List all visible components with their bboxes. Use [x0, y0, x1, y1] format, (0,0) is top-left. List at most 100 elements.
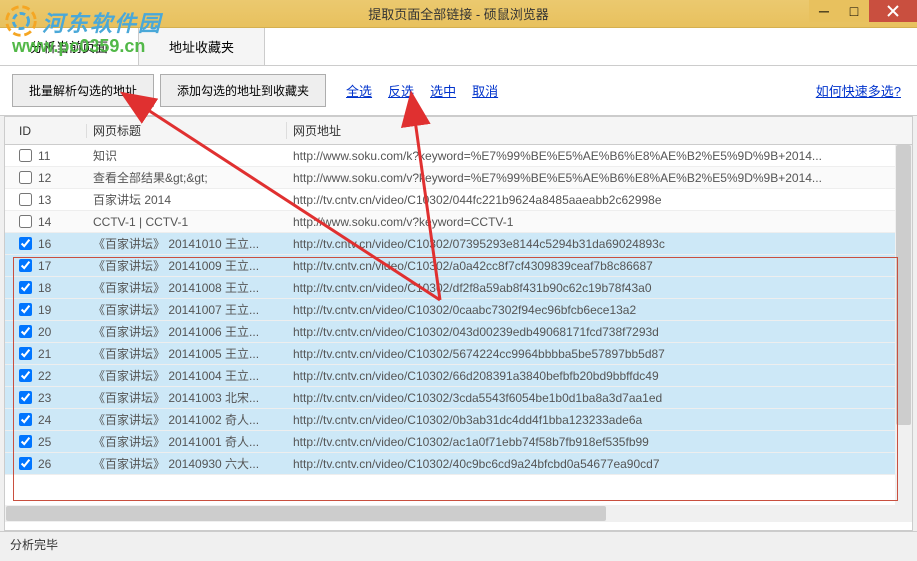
row-id: 20	[38, 325, 51, 339]
cell-url: http://www.soku.com/v?keyword=%E7%99%BE%…	[287, 171, 912, 185]
table-row[interactable]: 13百家讲坛 2014http://tv.cntv.cn/video/C1030…	[5, 189, 912, 211]
cell-url: http://tv.cntv.cn/video/C10302/ac1a0f71e…	[287, 435, 912, 449]
cell-title: 《百家讲坛》 20141002 奇人...	[87, 411, 287, 428]
row-checkbox[interactable]	[19, 171, 32, 184]
table-row[interactable]: 20 《百家讲坛》 20141006 王立...http://tv.cntv.cn…	[5, 321, 912, 343]
cell-url: http://tv.cntv.cn/video/C10302/07395293e…	[287, 237, 912, 251]
cell-id: 20	[5, 325, 87, 339]
row-id: 14	[38, 215, 51, 229]
cell-title: 知识	[87, 147, 287, 164]
row-id: 18	[38, 281, 51, 295]
close-icon	[887, 5, 899, 17]
cell-id: 24	[5, 413, 87, 427]
cell-url: http://tv.cntv.cn/video/C10302/40c9bc6cd…	[287, 457, 912, 471]
row-checkbox[interactable]	[19, 325, 32, 338]
cell-title: 《百家讲坛》 20141003 北宋...	[87, 389, 287, 406]
cell-id: 25	[5, 435, 87, 449]
cell-title: 《百家讲坛》 20141005 王立...	[87, 345, 287, 362]
row-checkbox[interactable]	[19, 391, 32, 404]
row-checkbox[interactable]	[19, 237, 32, 250]
table-row[interactable]: 23《百家讲坛》 20141003 北宋...http://tv.cntv.cn…	[5, 387, 912, 409]
cell-id: 13	[5, 193, 87, 207]
row-checkbox[interactable]	[19, 193, 32, 206]
table-row[interactable]: 19《百家讲坛》 20141007 王立...http://tv.cntv.cn…	[5, 299, 912, 321]
table-row[interactable]: 17《百家讲坛》 20141009 王立...http://tv.cntv.cn…	[5, 255, 912, 277]
vertical-scrollbar-thumb[interactable]	[896, 145, 911, 425]
cell-url: http://tv.cntv.cn/video/C10302/5674224cc…	[287, 347, 912, 361]
grid-body: 11知识http://www.soku.com/k?keyword=%E7%99…	[5, 145, 912, 505]
row-id: 24	[38, 413, 51, 427]
select-link[interactable]: 选中	[430, 81, 456, 100]
table-row[interactable]: 12 查看全部结果&gt;&gt;http://www.soku.com/v?ke…	[5, 167, 912, 189]
cell-id: 26	[5, 457, 87, 471]
table-row[interactable]: 14CCTV-1 | CCTV-1http://www.soku.com/v?k…	[5, 211, 912, 233]
select-all-link[interactable]: 全选	[346, 81, 372, 100]
cell-title: 《百家讲坛》 20141006 王立...	[87, 323, 287, 340]
invert-link[interactable]: 反选	[388, 81, 414, 100]
close-button[interactable]	[869, 0, 917, 22]
row-checkbox[interactable]	[19, 215, 32, 228]
cell-url: http://tv.cntv.cn/video/C10302/044fc221b…	[287, 193, 912, 207]
horizontal-scrollbar[interactable]	[5, 505, 912, 522]
cell-title: 《百家讲坛》 20141004 王立...	[87, 367, 287, 384]
cell-title: 《百家讲坛》 20141010 王立...	[87, 235, 287, 252]
row-id: 12	[38, 171, 51, 185]
row-checkbox[interactable]	[19, 303, 32, 316]
table-row[interactable]: 24《百家讲坛》 20141002 奇人...http://tv.cntv.cn…	[5, 409, 912, 431]
table-row[interactable]: 11知识http://www.soku.com/k?keyword=%E7%99…	[5, 145, 912, 167]
cell-id: 19	[5, 303, 87, 317]
table-row[interactable]: 21《百家讲坛》 20141005 王立...http://tv.cntv.cn…	[5, 343, 912, 365]
cell-url: http://tv.cntv.cn/video/C10302/0caabc730…	[287, 303, 912, 317]
cell-title: 《百家讲坛》 20141007 王立...	[87, 301, 287, 318]
cell-title: 查看全部结果&gt;&gt;	[87, 169, 287, 186]
header-id[interactable]: ID	[5, 124, 87, 138]
row-id: 16	[38, 237, 51, 251]
cell-url: http://tv.cntv.cn/video/C10302/3cda5543f…	[287, 391, 912, 405]
add-favorite-button[interactable]: 添加勾选的地址到收藏夹	[160, 74, 326, 107]
row-id: 11	[38, 149, 50, 163]
row-checkbox[interactable]	[19, 369, 32, 382]
row-checkbox[interactable]	[19, 259, 32, 272]
row-checkbox[interactable]	[19, 149, 32, 162]
grid-header: ID 网页标题 网页地址	[5, 117, 912, 145]
link-group: 全选 反选 选中 取消	[346, 81, 498, 100]
cell-id: 21	[5, 347, 87, 361]
tab-bar: 分析当前页面 地址收藏夹	[0, 28, 917, 66]
window-title: 提取页面全部链接 - 硕鼠浏览器	[368, 4, 549, 23]
row-id: 26	[38, 457, 51, 471]
table-row[interactable]: 22《百家讲坛》 20141004 王立...http://tv.cntv.cn…	[5, 365, 912, 387]
batch-parse-button[interactable]: 批量解析勾选的地址	[12, 74, 154, 107]
table-row[interactable]: 16 《百家讲坛》 20141010 王立...http://tv.cntv.cn…	[5, 233, 912, 255]
minimize-button[interactable]: ─	[809, 0, 839, 22]
row-checkbox[interactable]	[19, 413, 32, 426]
table-row[interactable]: 26《百家讲坛》 20140930 六大...http://tv.cntv.cn…	[5, 453, 912, 475]
cell-id: 14	[5, 215, 87, 229]
statusbar: 分析完毕	[0, 531, 917, 555]
cell-url: http://tv.cntv.cn/video/C10302/043d00239…	[287, 325, 912, 339]
header-title[interactable]: 网页标题	[87, 122, 287, 139]
cell-title: 《百家讲坛》 20141008 王立...	[87, 279, 287, 296]
cell-id: 22	[5, 369, 87, 383]
vertical-scrollbar[interactable]	[895, 145, 912, 505]
cell-id: 11	[5, 149, 87, 163]
tab-analyze-current[interactable]: 分析当前页面	[0, 28, 139, 65]
header-url[interactable]: 网页地址	[287, 122, 912, 139]
row-id: 17	[38, 259, 51, 273]
maximize-button[interactable]: □	[839, 0, 869, 22]
cell-url: http://tv.cntv.cn/video/C10302/a0a42cc8f…	[287, 259, 912, 273]
tab-favorites[interactable]: 地址收藏夹	[139, 28, 265, 65]
table-row[interactable]: 25《百家讲坛》 20141001 奇人...http://tv.cntv.cn…	[5, 431, 912, 453]
row-checkbox[interactable]	[19, 435, 32, 448]
horizontal-scrollbar-thumb[interactable]	[6, 506, 606, 521]
cancel-link[interactable]: 取消	[472, 81, 498, 100]
table-row[interactable]: 18 《百家讲坛》 20141008 王立...http://tv.cntv.cn…	[5, 277, 912, 299]
help-link[interactable]: 如何快速多选?	[816, 81, 901, 100]
row-checkbox[interactable]	[19, 281, 32, 294]
cell-url: http://tv.cntv.cn/video/C10302/66d208391…	[287, 369, 912, 383]
cell-url: http://tv.cntv.cn/video/C10302/df2f8a59a…	[287, 281, 912, 295]
cell-url: http://www.soku.com/v?keyword=CCTV-1	[287, 215, 912, 229]
toolbar: 批量解析勾选的地址 添加勾选的地址到收藏夹 全选 反选 选中 取消 如何快速多选…	[0, 66, 917, 116]
row-id: 25	[38, 435, 51, 449]
row-checkbox[interactable]	[19, 457, 32, 470]
row-checkbox[interactable]	[19, 347, 32, 360]
